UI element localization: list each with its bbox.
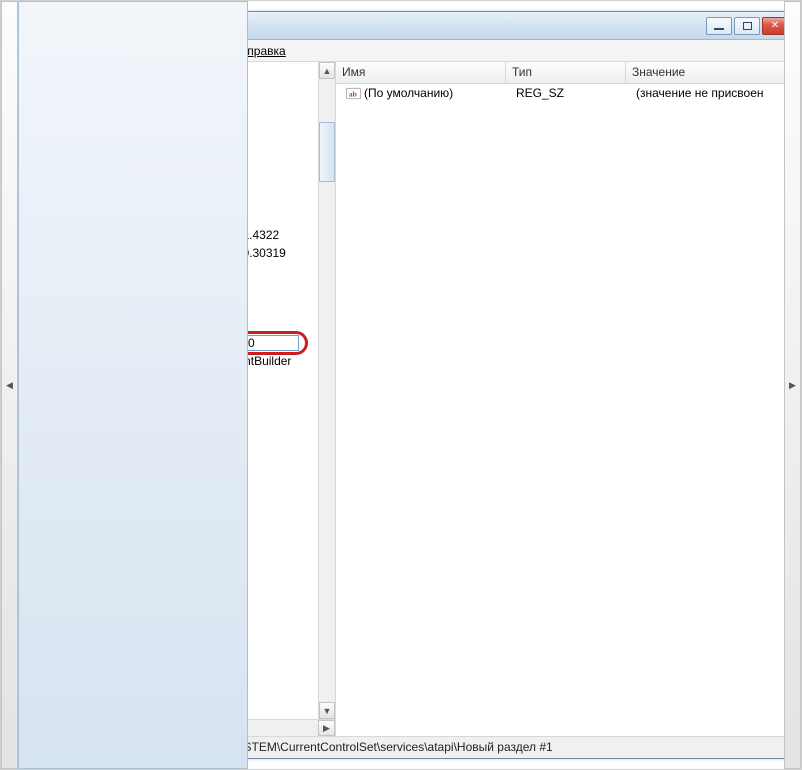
value-data: (значение не присвоен: [630, 86, 790, 100]
values-pane: Имя Тип Значение (По умолчанию) REG_SZ(зн…: [336, 62, 790, 736]
value-type: REG_SZ: [510, 86, 630, 100]
list-row[interactable]: (По умолчанию) REG_SZ(значение не присвое…: [336, 84, 790, 102]
column-name[interactable]: Имя: [336, 62, 506, 83]
scroll-thumb[interactable]: [319, 122, 335, 182]
maximize-button[interactable]: [734, 17, 760, 35]
registry-editor-window: Редактор реестра ✕ Файл Правка Вид Избра…: [11, 11, 791, 759]
scroll-right-arrow[interactable]: ▶: [784, 1, 801, 769]
string-value-icon: [346, 86, 361, 101]
value-name: (По умолчанию): [364, 86, 453, 100]
scroll-down-arrow[interactable]: ▼: [319, 702, 335, 719]
list-header: Имя Тип Значение: [336, 62, 790, 84]
scroll-left-arrow[interactable]: ◀: [1, 1, 18, 769]
scroll-right-arrow[interactable]: ▶: [318, 720, 335, 736]
column-value[interactable]: Значение: [626, 62, 786, 83]
column-type[interactable]: Тип: [506, 62, 626, 83]
scroll-thumb[interactable]: [18, 1, 248, 769]
scroll-up-arrow[interactable]: ▲: [319, 62, 335, 79]
tree-vertical-scrollbar[interactable]: ▲ ▼: [318, 62, 335, 719]
minimize-button[interactable]: [706, 17, 732, 35]
